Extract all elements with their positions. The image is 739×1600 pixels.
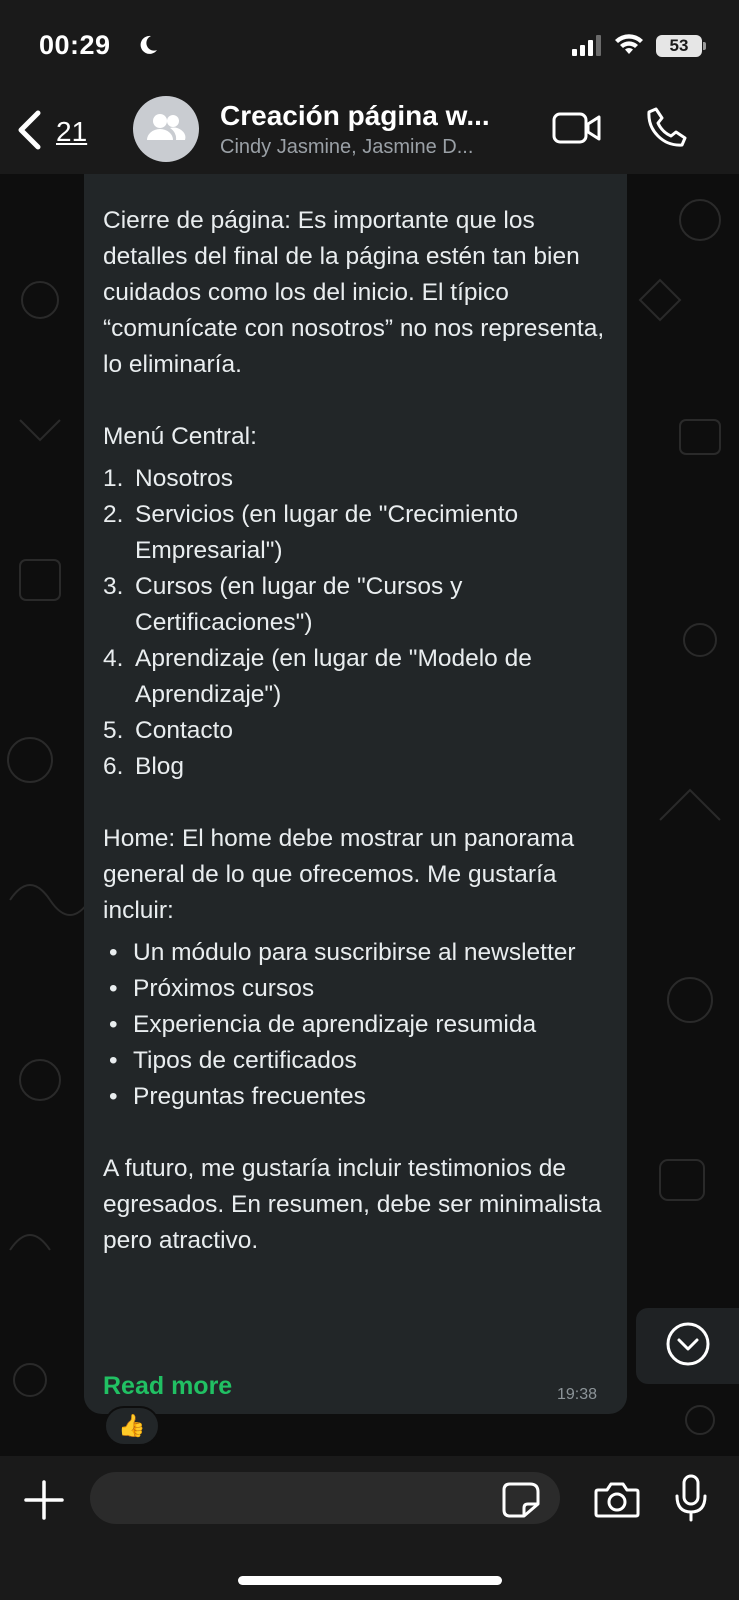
home-indicator [238, 1576, 502, 1585]
reaction-badge[interactable]: 👍 [104, 1406, 160, 1446]
list-item: • Tipos de certificados [109, 1047, 357, 1074]
list-item: • Experiencia de aprendizaje resumida [109, 1011, 537, 1038]
battery-indicator: 53 [656, 35, 702, 57]
group-avatar[interactable] [133, 96, 199, 162]
home-list: • Un módulo para suscribirse al newslette… [103, 935, 613, 1115]
group-avatar-icon [146, 113, 186, 146]
thumbs-up-icon: 👍 [118, 1413, 146, 1438]
list-item: 2. Servicios (en lugar de "Crecimiento Em… [103, 501, 519, 564]
battery-tip [703, 42, 706, 50]
list-item: 1. Nosotros [103, 465, 234, 492]
status-time: 00:29 [39, 30, 111, 60]
moon-icon [137, 34, 159, 61]
back-chevron-icon [16, 110, 42, 155]
plus-icon[interactable] [24, 1480, 64, 1525]
scroll-to-bottom-button[interactable] [636, 1308, 739, 1384]
message-bubble[interactable]: Cierre de página: Es importante que los … [84, 174, 627, 1414]
chevron-down-icon [665, 1321, 711, 1372]
chat-title[interactable]: Creación página w... [220, 100, 540, 132]
message-input[interactable] [90, 1472, 560, 1524]
chat-header: 21 Creación página w... Cindy Jasmine, J… [0, 90, 739, 174]
composer-bar [0, 1456, 739, 1600]
sticker-icon[interactable] [502, 1482, 540, 1523]
menu-heading: Menú Central: [103, 423, 257, 450]
back-button[interactable]: 21 [16, 108, 100, 156]
message-text: Cierre de página: Es importante que los … [103, 203, 613, 1259]
home-paragraph: Home: El home debe mostrar un panorama g… [103, 825, 575, 924]
list-item: 5. Contacto [103, 717, 234, 744]
microphone-icon[interactable] [674, 1474, 708, 1527]
video-call-icon[interactable] [552, 110, 602, 151]
camera-icon[interactable] [594, 1480, 640, 1523]
read-more-link[interactable]: Read more [103, 1372, 232, 1401]
list-item: 4. Aprendizaje (en lugar de "Modelo de Ap… [103, 645, 532, 708]
list-item: 3. Cursos (en lugar de "Cursos y Certific… [103, 573, 463, 636]
phone-icon[interactable] [646, 106, 688, 153]
signal-icon [572, 34, 604, 61]
chat-participants[interactable]: Cindy Jasmine, Jasmine D... [220, 136, 540, 159]
status-bar: 00:29 53 [0, 0, 739, 90]
unread-count: 21 [56, 116, 88, 147]
list-item: • Preguntas frecuentes [109, 1083, 366, 1110]
wifi-icon [614, 33, 644, 60]
list-item: 6. Blog [103, 753, 185, 780]
list-item: • Un módulo para suscribirse al newslette… [109, 939, 576, 966]
message-timestamp: 19:38 [557, 1386, 598, 1403]
list-item: • Próximos cursos [109, 975, 315, 1002]
future-paragraph: A futuro, me gustaría incluir testimonio… [103, 1155, 602, 1254]
closing-paragraph: Cierre de página: Es importante que los … [103, 207, 605, 378]
menu-list: 1. Nosotros 2. Servicios (en lugar de "Cre… [103, 461, 613, 785]
